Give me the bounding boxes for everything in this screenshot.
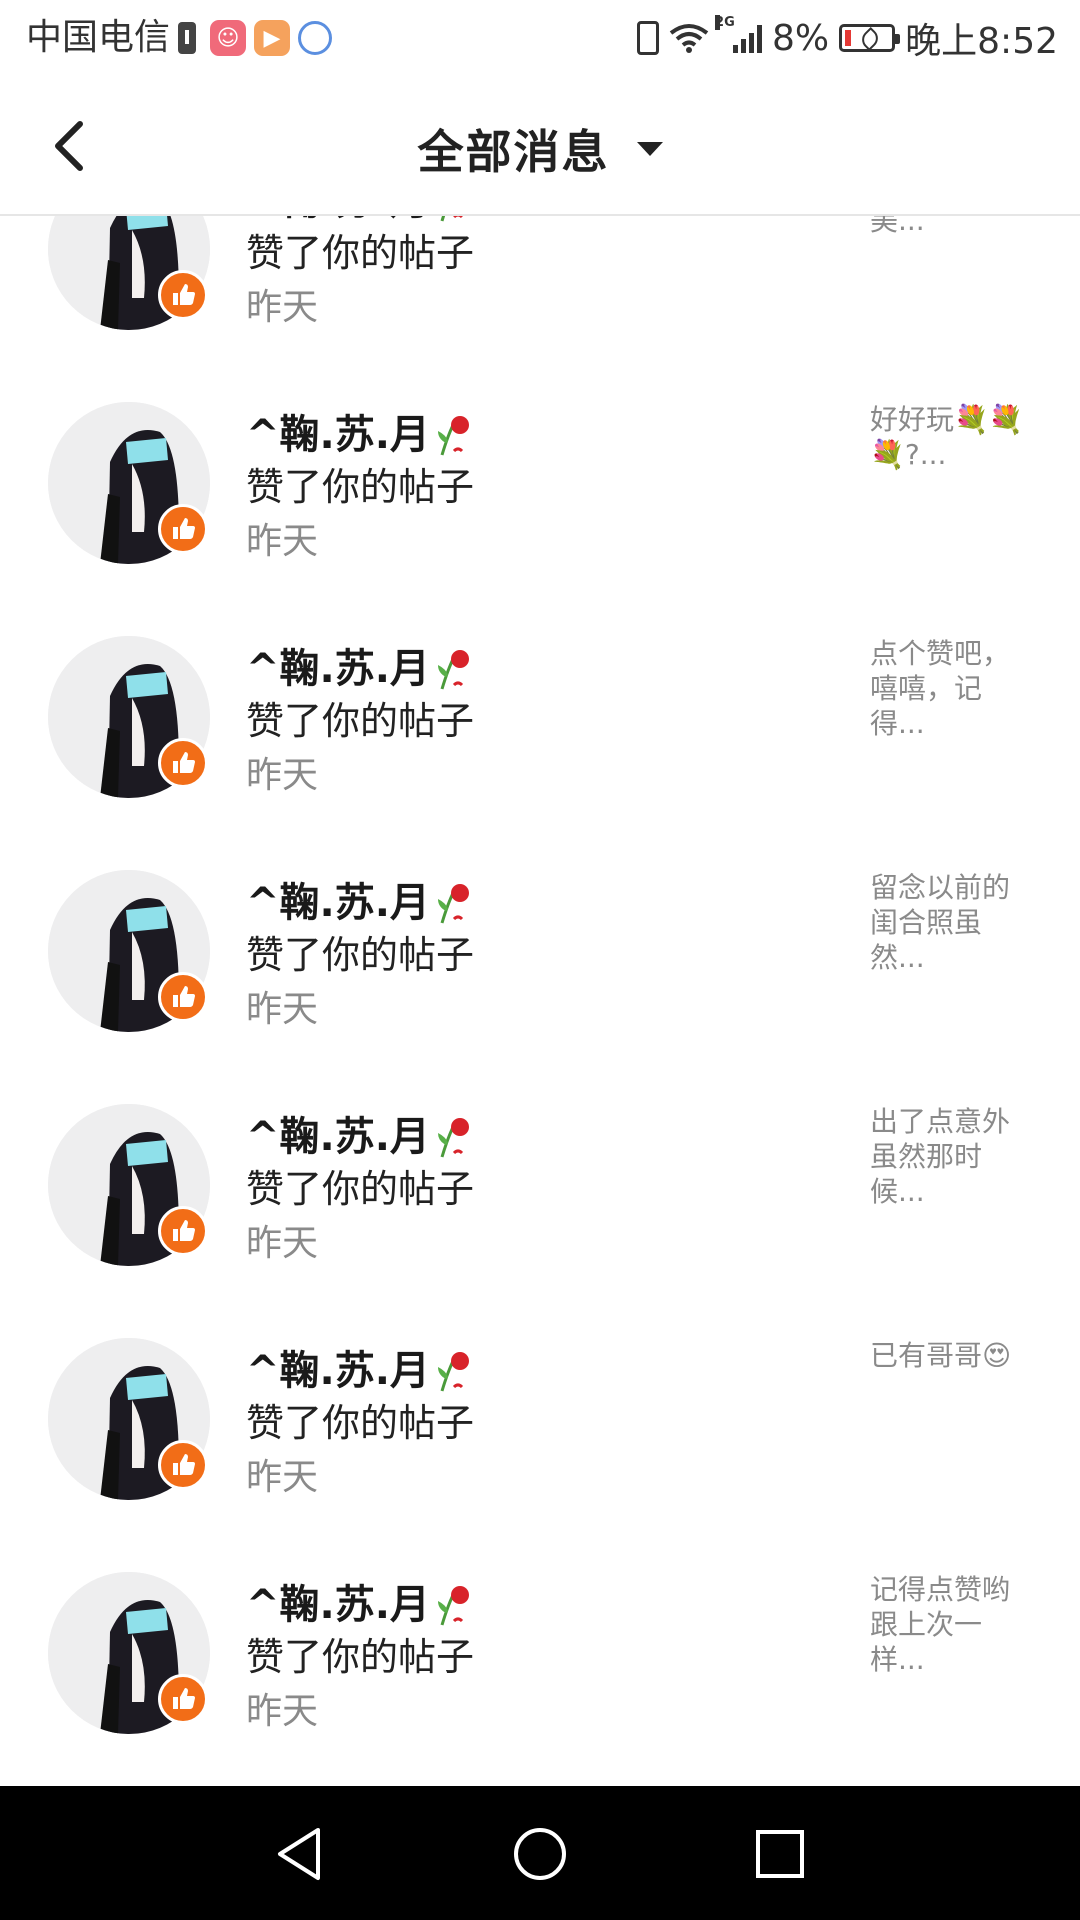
like-badge [158, 1674, 208, 1724]
battery-icon [839, 24, 901, 52]
timestamp: 昨天 [246, 521, 319, 562]
like-badge [158, 738, 208, 788]
username[interactable]: ^鞠.苏.月 [246, 1338, 474, 1396]
username[interactable]: ^鞠.苏.月 [246, 402, 474, 460]
username[interactable]: ^鞠.苏.月 [246, 870, 474, 928]
timestamp: 昨天 [246, 1691, 319, 1732]
status-bar: 中国电信 ☺ ▶ 2G 8% 晚上8:52 [0, 0, 1080, 76]
timestamp: 昨天 [246, 1457, 319, 1498]
list-item[interactable]: ^鞠.苏.月 赞了你的帖子 昨天 好好玩💐💐💐?... [0, 402, 1080, 636]
notification-text: 赞了你的帖子 [246, 1401, 475, 1445]
status-indicators: 2G 8% 晚上8:52 [637, 14, 1058, 62]
timestamp: 昨天 [246, 287, 319, 328]
like-badge [158, 1206, 208, 1256]
username[interactable]: ^鞠.苏.月 [246, 636, 474, 694]
post-preview[interactable]: 留念以前的闺合照虽然... [870, 870, 1036, 975]
rose-icon [437, 416, 469, 456]
vibrate-icon [637, 21, 660, 55]
post-preview[interactable]: 记得点赞哟跟上次一样... [870, 1572, 1036, 1677]
signal-icon: 2G [715, 15, 763, 53]
caret-down-icon [636, 142, 663, 156]
like-badge [158, 270, 208, 320]
post-preview[interactable]: 家闺也太美... [870, 216, 1036, 238]
notification-text: 赞了你的帖子 [246, 1635, 475, 1679]
like-badge [158, 1440, 208, 1490]
battery-alert-icon [178, 22, 196, 54]
rose-icon [437, 884, 469, 924]
timestamp: 昨天 [246, 989, 319, 1030]
rose-icon [437, 1118, 469, 1158]
list-item[interactable]: ^鞠.苏.月 赞了你的帖子 昨天 已有哥哥😍 [0, 1338, 1080, 1572]
list-item[interactable]: ^鞠.苏.月 赞了你的帖子 昨天 留念以前的闺合照虽然... [0, 870, 1080, 1104]
post-preview[interactable]: 出了点意外虽然那时候... [870, 1104, 1036, 1209]
username[interactable]: ^鞠.苏.月 [246, 1572, 474, 1630]
browser-app-icon [298, 21, 332, 55]
notification-text: 赞了你的帖子 [246, 231, 475, 275]
nav-home-icon[interactable] [508, 1822, 572, 1886]
timestamp: 昨天 [246, 755, 319, 796]
notification-icons: ☺ ▶ [178, 18, 332, 58]
post-preview[interactable]: 好好玩💐💐💐?... [870, 402, 1036, 472]
rose-icon [437, 1352, 469, 1392]
list-item[interactable]: ^鞠.苏.月 赞了你的帖子 昨天 点个赞吧，嘻嘻，记得... [0, 636, 1080, 870]
post-preview[interactable]: 已有哥哥😍 [870, 1338, 1036, 1373]
like-badge [158, 504, 208, 554]
list-item[interactable]: ^鞠.苏.月 赞了你的帖子 昨天 出了点意外虽然那时候... [0, 1104, 1080, 1338]
notification-text: 赞了你的帖子 [246, 933, 475, 977]
notification-text: 赞了你的帖子 [246, 699, 475, 743]
list-item[interactable]: ^鞠.苏.月 赞了你的帖子 昨天 家闺也太美... [0, 216, 1080, 402]
app-notification-icon: ☺ [210, 20, 246, 56]
timestamp: 昨天 [246, 1223, 319, 1264]
nav-back-icon[interactable] [268, 1822, 332, 1886]
network-type-label: 2G [715, 15, 735, 30]
message-filter-dropdown[interactable]: 全部消息 [0, 116, 1080, 182]
carrier-label: 中国电信 [26, 17, 171, 58]
rose-icon [437, 1586, 469, 1626]
battery-percent: 8% [772, 17, 830, 59]
message-list[interactable]: ^鞠.苏.月 赞了你的帖子 昨天 家闺也太美... ^鞠.苏.月 赞了你的帖子 … [0, 216, 1080, 1786]
top-bar: 全部消息 [0, 76, 1080, 216]
page-title: 全部消息 [417, 125, 610, 179]
clock: 晚上8:52 [905, 21, 1058, 62]
list-item[interactable]: ^鞠.苏.月 赞了你的帖子 昨天 记得点赞哟跟上次一样... [0, 1572, 1080, 1786]
rose-icon [437, 650, 469, 690]
username[interactable]: ^鞠.苏.月 [246, 1104, 474, 1162]
wifi-icon [669, 24, 709, 53]
notification-text: 赞了你的帖子 [246, 465, 475, 509]
system-navigation-bar [0, 1786, 1080, 1920]
like-badge [158, 972, 208, 1022]
post-preview[interactable]: 点个赞吧，嘻嘻，记得... [870, 636, 1036, 741]
nav-recents-icon[interactable] [748, 1822, 812, 1886]
video-app-icon: ▶ [254, 20, 290, 56]
notification-text: 赞了你的帖子 [246, 1167, 475, 1211]
